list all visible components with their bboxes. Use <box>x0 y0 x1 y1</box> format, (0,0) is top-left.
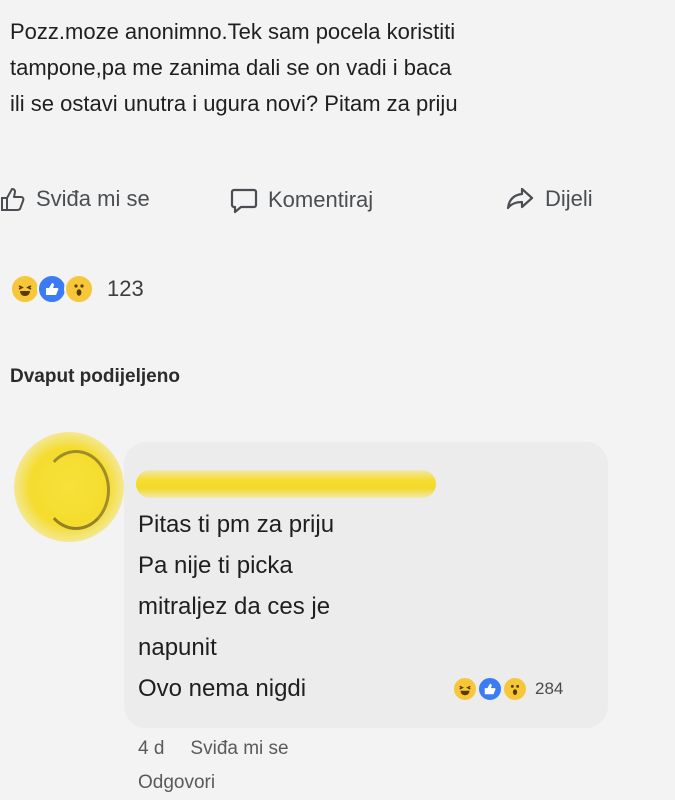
comment-label: Komentiraj <box>268 187 374 212</box>
like-icon <box>37 274 67 304</box>
comment-text: Pitas ti pm za priju Pa nije ti picka mi… <box>138 511 335 702</box>
share-label: Dijeli <box>545 186 593 211</box>
thumbs-up-icon <box>0 186 26 212</box>
avatar-redaction <box>42 450 110 530</box>
share-arrow-icon <box>505 186 535 212</box>
like-button[interactable]: Sviđa mi se <box>0 186 150 212</box>
comment-reaction-summary[interactable]: 284 <box>452 676 563 702</box>
comment-button[interactable]: Komentiraj <box>230 186 373 214</box>
wow-icon <box>64 274 94 304</box>
like-label: Sviđa mi se <box>36 186 150 211</box>
comment-timestamp[interactable]: 4 d <box>138 738 164 760</box>
comment-reaction-count: 284 <box>535 679 564 698</box>
haha-icon <box>452 676 478 702</box>
post-text: Pozz.moze anonimno.Tek sam pocela korist… <box>10 19 458 116</box>
comment-reply-link[interactable]: Odgovori <box>138 772 215 794</box>
like-icon <box>477 676 503 702</box>
reaction-summary[interactable]: 123 <box>10 274 144 304</box>
post-action-bar: Sviđa mi se Komentiraj Dijeli <box>0 180 675 226</box>
speech-bubble-icon <box>230 186 258 214</box>
wow-icon <box>502 676 528 702</box>
comment-author-redacted[interactable] <box>136 470 436 498</box>
share-count-label[interactable]: Dvaput podijeljeno <box>10 366 180 388</box>
share-button[interactable]: Dijeli <box>505 186 593 212</box>
comment-like-link[interactable]: Sviđa mi se <box>190 738 288 760</box>
haha-icon <box>10 274 40 304</box>
reaction-count: 123 <box>107 276 144 301</box>
avatar[interactable] <box>14 432 124 542</box>
comment-meta: 4 d Sviđa mi se <box>138 738 289 760</box>
